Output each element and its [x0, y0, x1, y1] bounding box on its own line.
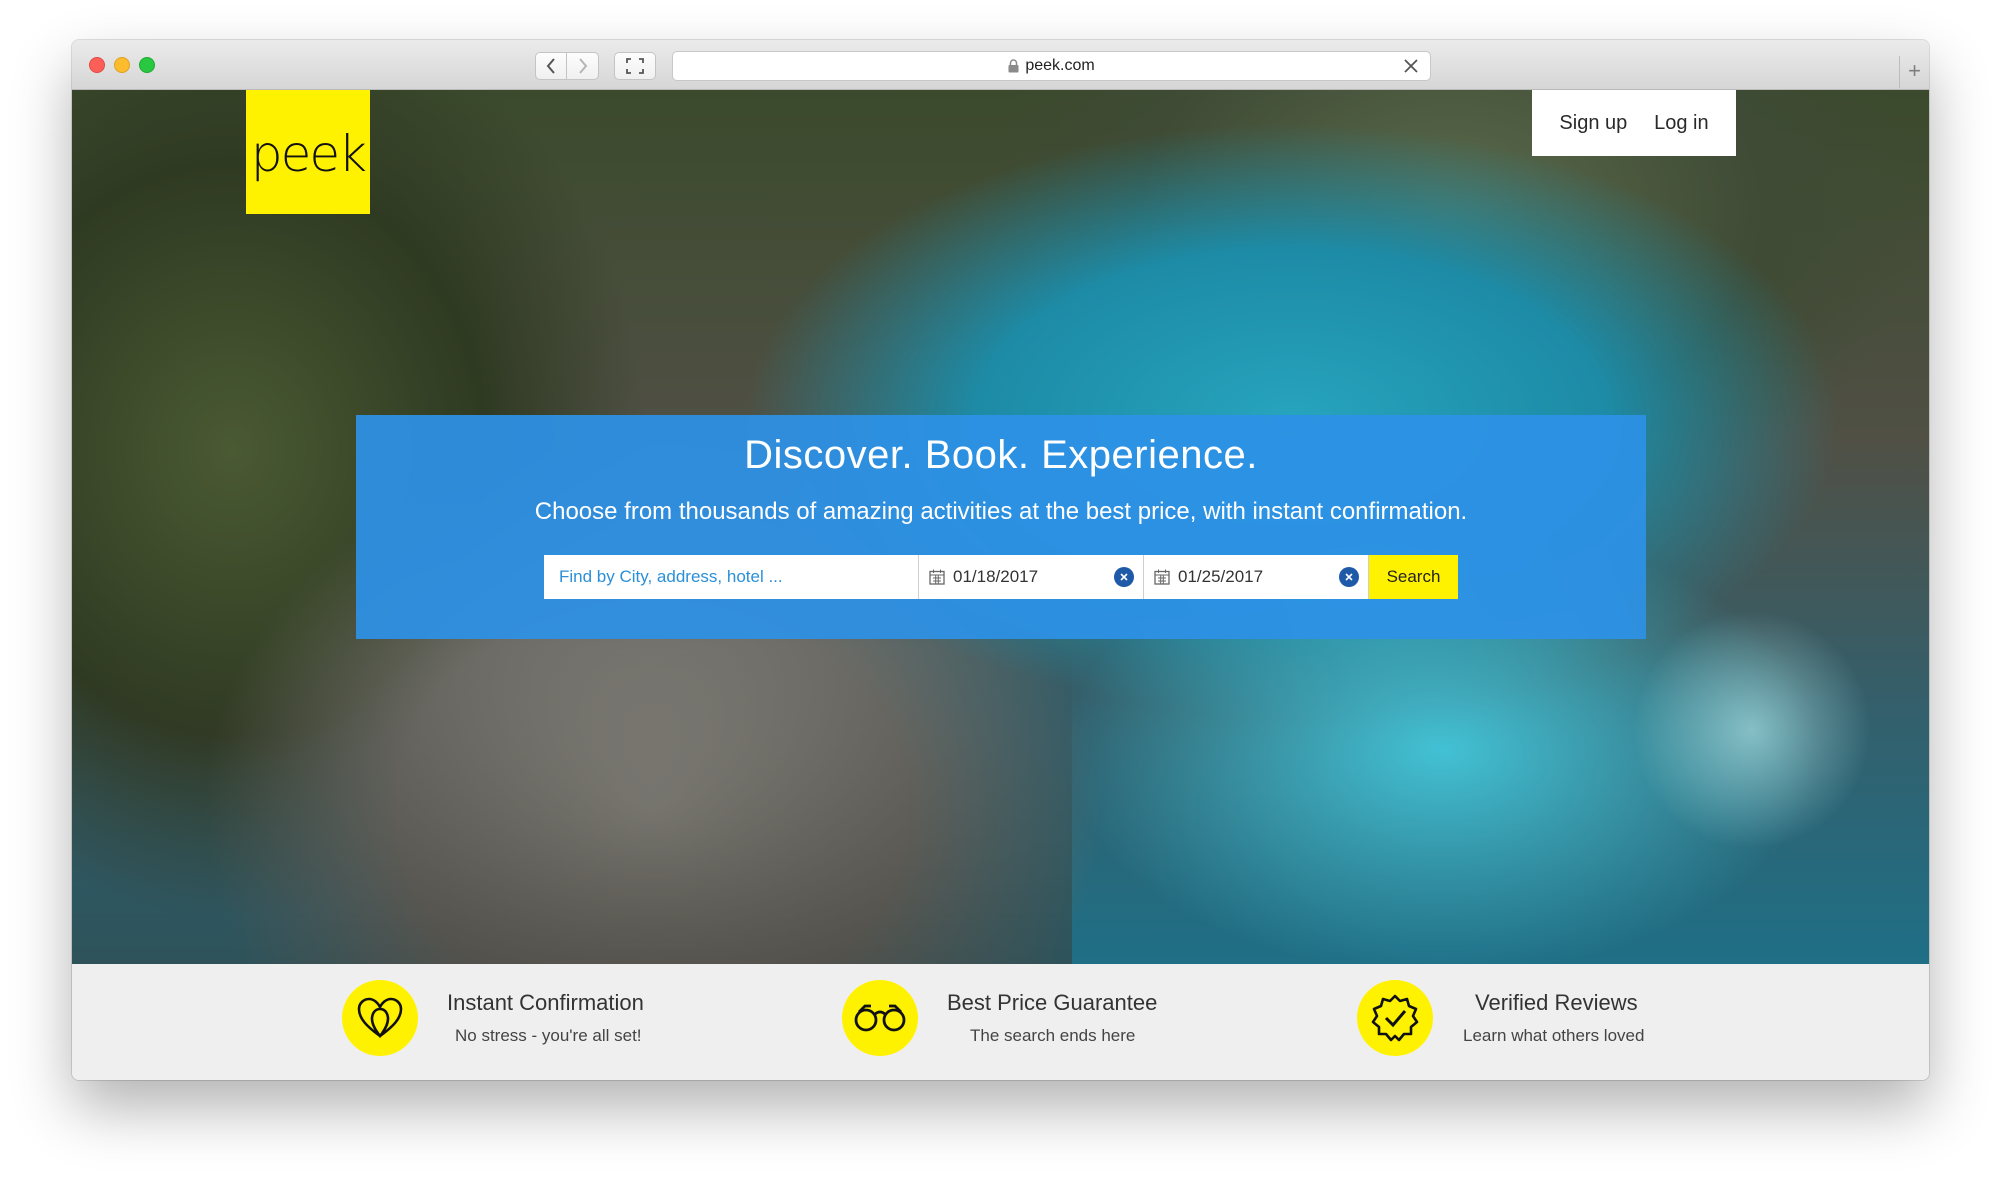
start-date-input[interactable]: 01/18/2017	[919, 555, 1144, 599]
location-search-input[interactable]: Find by City, address, hotel ...	[544, 555, 919, 599]
feature-description: The search ends here	[970, 1026, 1136, 1045]
zoom-window-button[interactable]	[139, 57, 155, 73]
back-button[interactable]	[535, 52, 567, 80]
feature-title: Instant Confirmation	[447, 990, 644, 1015]
log-in-link[interactable]: Log in	[1654, 112, 1709, 135]
browser-titlebar: peek.com +	[72, 40, 1929, 90]
expand-icon	[626, 58, 644, 74]
address-bar[interactable]: peek.com	[672, 51, 1431, 81]
location-placeholder: Find by City, address, hotel ...	[559, 567, 783, 586]
close-icon[interactable]	[1402, 57, 1420, 75]
new-tab-button[interactable]: +	[1899, 56, 1929, 88]
url-text: peek.com	[1025, 57, 1095, 74]
auth-links: Sign up Log in	[1532, 90, 1736, 156]
feature-icon-circle	[342, 980, 418, 1056]
feature-icon-circle	[1357, 980, 1433, 1056]
badge-check-icon	[1371, 994, 1419, 1042]
chevron-right-icon	[578, 58, 587, 74]
fullscreen-button[interactable]	[614, 52, 656, 80]
feature-description: No stress - you're all set!	[455, 1026, 642, 1045]
page-viewport: peek Sign up Log in Discover. Book. Expe…	[72, 90, 1929, 1080]
hero-background-image: peek Sign up Log in Discover. Book. Expe…	[72, 90, 1929, 964]
feature-title: Best Price Guarantee	[947, 990, 1158, 1015]
peek-logo[interactable]: peek	[246, 90, 370, 214]
end-date-input[interactable]: 01/25/2017	[1144, 555, 1369, 599]
close-icon	[1345, 573, 1353, 581]
search-panel: Discover. Book. Experience. Choose from …	[356, 415, 1646, 639]
end-date-value: 01/25/2017	[1178, 567, 1264, 586]
hero-headline: Discover. Book. Experience.	[744, 433, 1258, 477]
logo-text: peek	[250, 125, 367, 183]
hero-rock-shade	[72, 650, 1072, 964]
heart-icon	[357, 997, 403, 1039]
close-window-button[interactable]	[89, 57, 105, 73]
search-form: Find by City, address, hotel ... 01/18/2…	[544, 555, 1458, 599]
calendar-icon	[1154, 569, 1170, 585]
minimize-window-button[interactable]	[114, 57, 130, 73]
search-button[interactable]: Search	[1369, 555, 1458, 599]
forward-button[interactable]	[567, 52, 599, 80]
feature-icon-circle	[842, 980, 918, 1056]
clear-end-date-button[interactable]	[1339, 567, 1359, 587]
browser-window: peek.com + peek Sign up Log in Discover.…	[72, 40, 1929, 1080]
binoculars-icon	[854, 1004, 906, 1032]
lock-icon	[1008, 59, 1019, 73]
hero-water-glow	[1632, 610, 1872, 850]
sign-up-link[interactable]: Sign up	[1559, 112, 1627, 135]
feature-description: Learn what others loved	[1463, 1026, 1645, 1045]
features-strip: Instant Confirmation No stress - you're …	[72, 964, 1929, 1080]
hero-subheadline: Choose from thousands of amazing activit…	[534, 498, 1468, 525]
feature-title: Verified Reviews	[1475, 990, 1638, 1015]
calendar-icon	[929, 569, 945, 585]
close-icon	[1120, 573, 1128, 581]
start-date-value: 01/18/2017	[953, 567, 1039, 586]
chevron-left-icon	[546, 58, 555, 74]
clear-start-date-button[interactable]	[1114, 567, 1134, 587]
